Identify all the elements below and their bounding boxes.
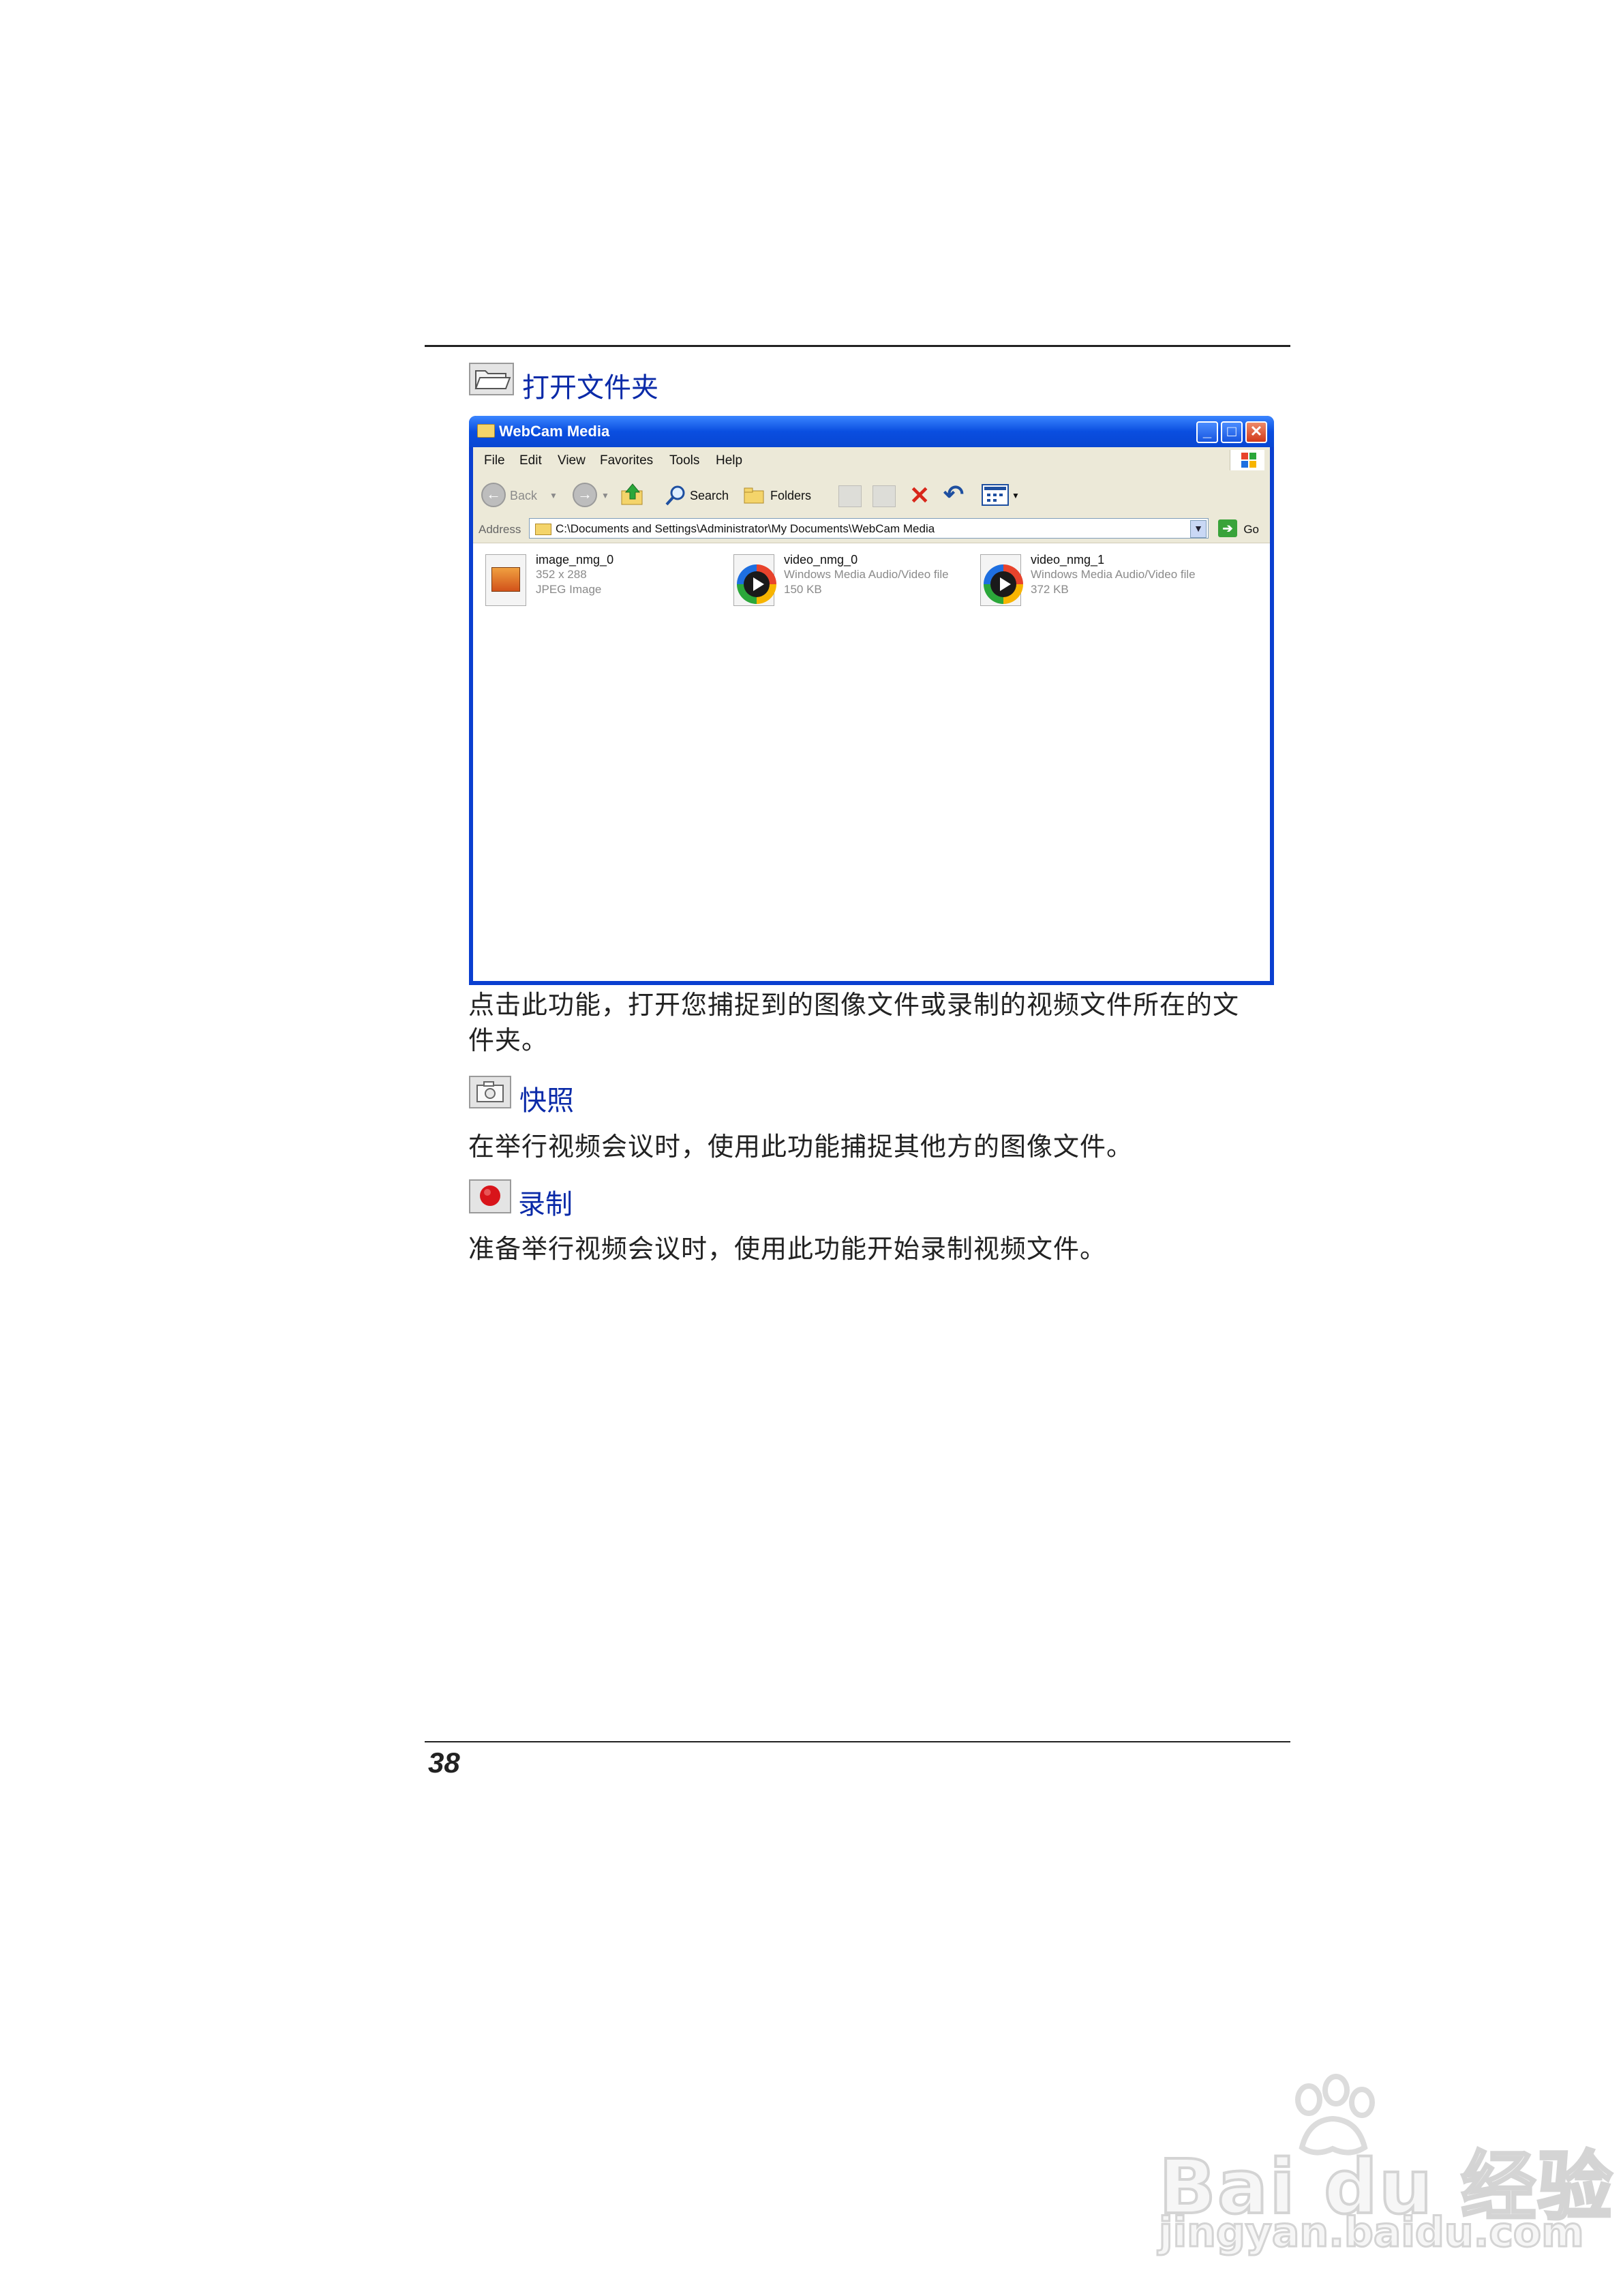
- open-folder-heading: 打开文件夹: [522, 372, 658, 404]
- back-arrow-icon[interactable]: ←: [481, 483, 506, 507]
- search-button-label[interactable]: Search: [690, 489, 729, 503]
- window-title: WebCam Media: [499, 423, 610, 440]
- address-bar: Address C:\Documents and Settings\Admini…: [473, 515, 1270, 543]
- toolbar: ← Back ▼ → ▼ Search Folders ✕ ↶ ▼: [473, 473, 1270, 516]
- menu-help[interactable]: Help: [716, 453, 742, 468]
- minimize-button[interactable]: _: [1196, 421, 1218, 443]
- address-label: Address: [479, 523, 521, 536]
- file-item[interactable]: video_nmg_1 Windows Media Audio/Video fi…: [975, 552, 1207, 613]
- page-number: 38: [428, 1747, 460, 1779]
- camera-icon: [469, 1076, 511, 1108]
- forward-arrow-icon[interactable]: →: [573, 483, 597, 507]
- menu-file[interactable]: File: [484, 453, 505, 468]
- delete-icon[interactable]: ✕: [909, 481, 930, 510]
- file-item[interactable]: image_nmg_0 352 x 288 JPEG Image: [480, 552, 712, 613]
- back-dropdown-icon[interactable]: ▼: [549, 491, 558, 500]
- file-size: 150 KB: [784, 583, 822, 596]
- address-field[interactable]: C:\Documents and Settings\Administrator\…: [529, 518, 1209, 539]
- close-button[interactable]: ✕: [1245, 421, 1267, 443]
- windows-media-file-icon: [980, 554, 1023, 606]
- menu-bar: File Edit View Favorites Tools Help: [473, 447, 1270, 474]
- back-button-label[interactable]: Back: [510, 489, 537, 503]
- record-description: 准备举行视频会议时，使用此功能开始录制视频文件。: [468, 1234, 1107, 1264]
- record-heading: 录制: [518, 1189, 573, 1220]
- address-dropdown-icon[interactable]: ▼: [1190, 520, 1207, 538]
- up-folder-icon[interactable]: [619, 483, 646, 507]
- file-type: Windows Media Audio/Video file: [1031, 568, 1196, 581]
- file-name: image_nmg_0: [536, 553, 614, 567]
- folders-icon[interactable]: [743, 485, 766, 506]
- menu-view[interactable]: View: [558, 453, 586, 468]
- file-list: image_nmg_0 352 x 288 JPEG Image video_n…: [473, 543, 1270, 981]
- menu-edit[interactable]: Edit: [519, 453, 542, 468]
- jpeg-image-icon: [485, 554, 526, 606]
- bottom-rule: [425, 1741, 1290, 1742]
- window-titlebar[interactable]: WebCam Media _ □ ✕: [469, 416, 1274, 447]
- menu-tools[interactable]: Tools: [669, 453, 699, 468]
- file-type: Windows Media Audio/Video file: [784, 568, 949, 581]
- undo-icon[interactable]: ↶: [943, 480, 964, 509]
- snapshot-heading: 快照: [519, 1085, 574, 1117]
- maximize-button[interactable]: □: [1221, 421, 1243, 443]
- file-item[interactable]: video_nmg_0 Windows Media Audio/Video fi…: [728, 552, 960, 613]
- forward-dropdown-icon[interactable]: ▼: [601, 491, 609, 500]
- open-folder-description-line1: 点击此功能，打开您捕捉到的图像文件或录制的视频文件所在的文: [468, 990, 1240, 1020]
- views-dropdown-icon[interactable]: ▼: [1012, 491, 1020, 500]
- webcam-media-window: WebCam Media _ □ ✕ File Edit View Favori…: [469, 416, 1274, 985]
- window-body: File Edit View Favorites Tools Help ← Ba…: [473, 447, 1270, 981]
- search-icon[interactable]: [664, 484, 687, 507]
- record-icon: [469, 1179, 511, 1213]
- folder-icon: [477, 424, 495, 438]
- folders-button-label[interactable]: Folders: [770, 489, 811, 503]
- move-to-icon[interactable]: [838, 485, 862, 507]
- file-type: JPEG Image: [536, 583, 602, 596]
- snapshot-description: 在举行视频会议时，使用此功能捕捉其他方的图像文件。: [468, 1132, 1134, 1162]
- views-icon[interactable]: [982, 484, 1009, 506]
- go-button-label[interactable]: Go: [1243, 523, 1259, 537]
- file-size: 372 KB: [1031, 583, 1069, 596]
- windows-media-file-icon: [733, 554, 776, 606]
- open-folder-icon: [469, 363, 514, 395]
- open-folder-description: 点击此功能，打开您捕捉到的图像文件或录制的视频文件所在的文 件夹。: [468, 987, 1239, 1058]
- address-path[interactable]: C:\Documents and Settings\Administrator\…: [556, 522, 935, 536]
- open-folder-description-line2: 件夹。: [468, 1025, 549, 1055]
- file-dimensions: 352 x 288: [536, 568, 587, 581]
- file-name: video_nmg_1: [1031, 553, 1105, 567]
- go-arrow-icon[interactable]: ➔: [1218, 519, 1237, 537]
- copy-to-icon[interactable]: [873, 485, 896, 507]
- menu-favorites[interactable]: Favorites: [600, 453, 653, 468]
- address-folder-icon: [535, 524, 551, 535]
- file-name: video_nmg_0: [784, 553, 858, 567]
- windows-logo-icon: [1230, 450, 1264, 470]
- top-rule: [425, 345, 1290, 347]
- watermark-url: jingyan.baidu.com: [1158, 2208, 1586, 2258]
